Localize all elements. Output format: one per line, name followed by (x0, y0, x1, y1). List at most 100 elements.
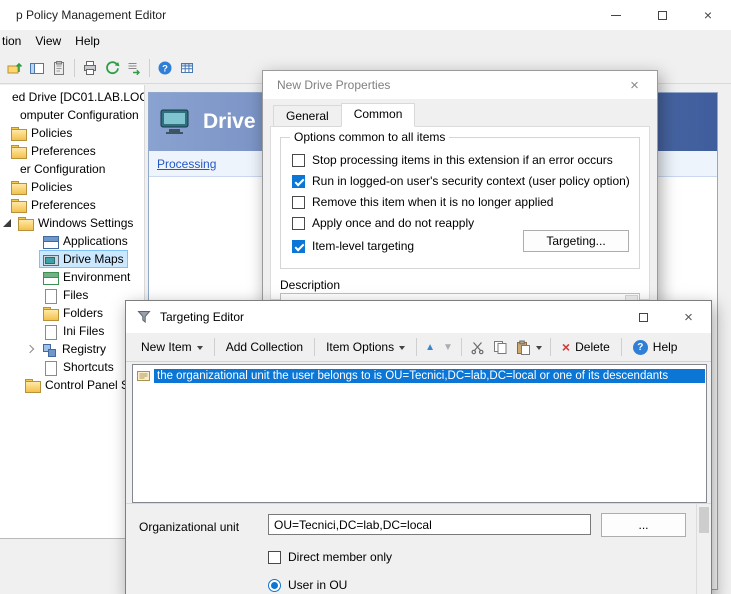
checkbox-stop-processing[interactable] (292, 154, 305, 167)
tree-item-label: Registry (62, 342, 106, 356)
tree-item-control-panel-settings[interactable]: Control Panel Sett (0, 376, 144, 394)
tree-item-preferences[interactable]: Preferences (0, 196, 144, 214)
maximize-icon (658, 11, 667, 20)
tab-common[interactable]: Common (341, 103, 416, 127)
environment-icon (43, 271, 58, 284)
checkbox-remove-item[interactable] (292, 196, 305, 209)
targeting-editor-dialog: Targeting Editor × New Item Add Collecti… (125, 300, 712, 594)
shortcut-icon (43, 361, 58, 374)
tab-general[interactable]: General (273, 105, 342, 127)
option-row: Apply once and do not reapply (292, 216, 474, 230)
scrollbar-thumb[interactable] (699, 507, 709, 533)
menu-help[interactable]: Help (68, 31, 107, 51)
chevron-down-icon (536, 346, 542, 350)
tree-item-shortcuts[interactable]: Shortcuts (0, 358, 144, 376)
menu-action[interactable]: tion (0, 31, 28, 51)
tree-item-ini-files[interactable]: Ini Files (0, 322, 144, 340)
toolbar-separator (461, 338, 462, 356)
option-row: Item-level targeting (292, 239, 414, 253)
tree-item-windows-settings[interactable]: Windows Settings (0, 214, 144, 232)
tree-item-folders[interactable]: Folders (0, 304, 144, 322)
expander-open-icon[interactable] (2, 218, 12, 228)
browse-button[interactable]: ... (601, 513, 686, 537)
organizational-unit-input[interactable] (268, 514, 591, 535)
applications-icon (43, 235, 58, 248)
tree-item-gpo-root[interactable]: ed Drive [DC01.LAB.LOCA (0, 88, 144, 106)
folder-icon (25, 379, 40, 392)
tree-item-label: omputer Configuration (20, 108, 139, 122)
new-item-button[interactable]: New Item (134, 336, 210, 358)
tree-item-registry[interactable]: Registry (0, 340, 144, 358)
dialog-titlebar: New Drive Properties × (263, 71, 657, 99)
main-window-titlebar: p Policy Management Editor × (0, 0, 731, 30)
checkbox-item-level-targeting[interactable] (292, 240, 305, 253)
toolbar-separator (74, 59, 75, 77)
menu-view[interactable]: View (28, 31, 68, 51)
toolbar-separator (214, 338, 215, 356)
folder-icon (11, 145, 26, 158)
add-collection-label: Add Collection (226, 340, 303, 354)
tree-item-applications[interactable]: Applications (0, 232, 144, 250)
cut-button[interactable] (466, 336, 489, 359)
paste-button[interactable] (512, 336, 546, 359)
checkbox-apply-once[interactable] (292, 217, 305, 230)
help-icon[interactable]: ? (154, 57, 176, 79)
targeting-item-row[interactable]: the organizational unit the user belongs… (134, 367, 705, 384)
checkbox-label: Remove this item when it is no longer ap… (312, 195, 553, 209)
close-button[interactable]: × (685, 0, 731, 30)
printer-icon[interactable] (79, 57, 101, 79)
minimize-button[interactable] (593, 0, 639, 30)
close-button[interactable]: × (666, 301, 711, 333)
delete-button[interactable]: ×Delete (555, 335, 617, 359)
toolbar-separator (314, 338, 315, 356)
checkbox-label: Item-level targeting (312, 239, 414, 253)
checkbox-run-user-context[interactable] (292, 175, 305, 188)
move-up-button[interactable]: ▲ (421, 338, 439, 357)
console-tree-icon[interactable] (26, 57, 48, 79)
close-button[interactable]: × (612, 71, 657, 99)
tree-item-environment[interactable]: Environment (0, 268, 144, 286)
expander-closed-icon[interactable] (26, 344, 36, 354)
tree-item-computer-configuration[interactable]: omputer Configuration (0, 106, 144, 124)
radio-user-in-ou[interactable] (268, 579, 281, 592)
maximize-button[interactable] (639, 0, 685, 30)
export-list-icon[interactable] (123, 57, 145, 79)
registry-icon (42, 343, 57, 356)
tree-item-drive-maps[interactable]: Drive Maps (0, 250, 144, 268)
add-collection-button[interactable]: Add Collection (219, 336, 310, 358)
table-icon[interactable] (176, 57, 198, 79)
help-button[interactable]: ?Help (626, 336, 685, 359)
tree-item-files[interactable]: Files (0, 286, 144, 304)
toolbar-separator (416, 338, 417, 356)
checkbox-label: Run in logged-on user's security context… (312, 174, 630, 188)
folder-icon (11, 127, 26, 140)
clipboard-icon[interactable] (48, 57, 70, 79)
tree-item-policies[interactable]: Policies (0, 178, 144, 196)
file-icon (43, 325, 58, 338)
targeting-item-text: the organizational unit the user belongs… (154, 369, 705, 383)
targeting-button[interactable]: Targeting... (523, 230, 629, 252)
maximize-icon (639, 313, 648, 322)
refresh-icon[interactable] (101, 57, 123, 79)
tree-item-label: Policies (31, 126, 72, 140)
move-down-button[interactable]: ▼ (439, 338, 457, 357)
tree-item-label: Folders (63, 306, 103, 320)
processing-link[interactable]: Processing (157, 157, 216, 171)
folder-icon (11, 181, 26, 194)
copy-button[interactable] (489, 336, 512, 359)
targeting-toolbar: New Item Add Collection Item Options ▲ ▼… (126, 333, 711, 362)
up-level-icon[interactable] (4, 57, 26, 79)
tree-item-preferences[interactable]: Preferences (0, 142, 144, 160)
new-drive-properties-dialog: New Drive Properties × General Common Op… (262, 70, 658, 308)
tree-item-user-configuration[interactable]: er Configuration (0, 160, 144, 178)
item-options-button[interactable]: Item Options (319, 336, 412, 358)
maximize-button[interactable] (621, 301, 666, 333)
checkbox-direct-member-only[interactable] (268, 551, 281, 564)
scrollbar[interactable] (696, 504, 711, 594)
options-group-box: Options common to all items Stop process… (280, 137, 640, 269)
menubar: tion View Help (0, 30, 731, 52)
tree-item-label: Ini Files (63, 324, 104, 338)
tree-item-policies[interactable]: Policies (0, 124, 144, 142)
targeting-items-list: the organizational unit the user belongs… (132, 364, 707, 503)
tree-panel-bottom (0, 538, 145, 594)
